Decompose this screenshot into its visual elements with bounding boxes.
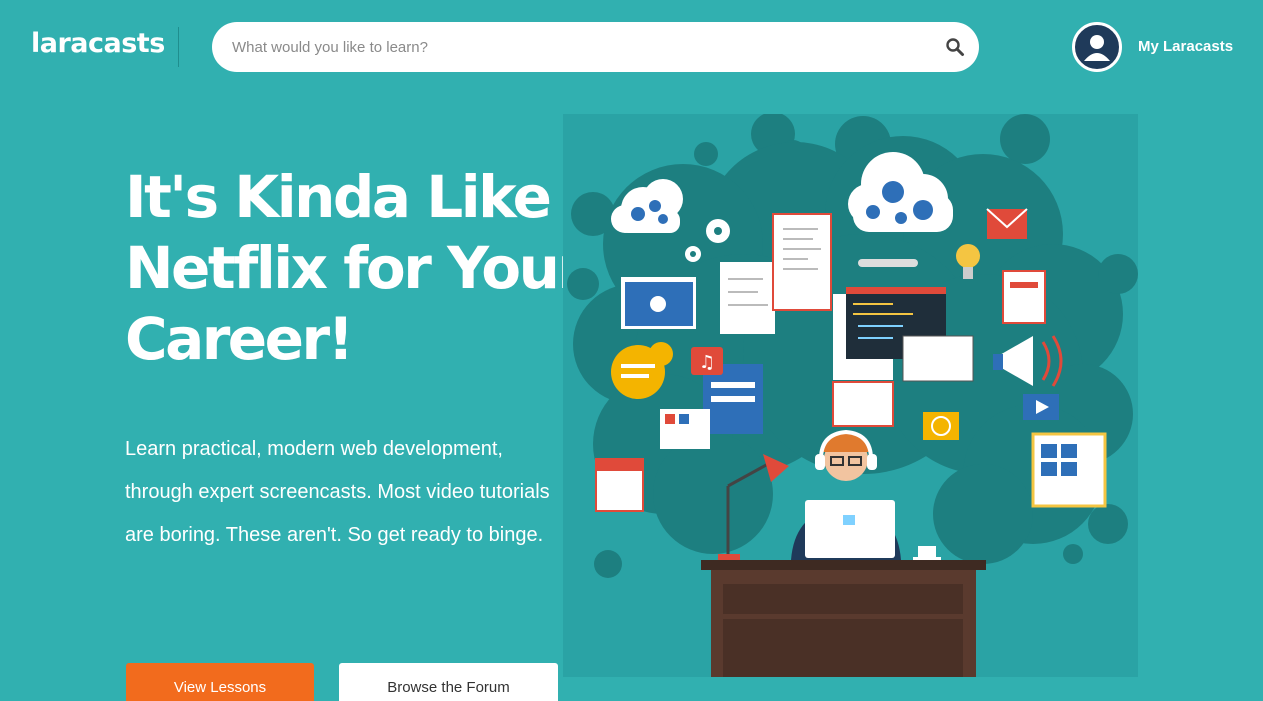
layout-icon: [1031, 432, 1107, 508]
laracasts-logo[interactable]: laracasts: [31, 28, 165, 59]
search-bar[interactable]: [212, 22, 979, 72]
hero-illustration: ♫: [563, 112, 1138, 680]
search-icon[interactable]: [945, 37, 965, 57]
developer-desk: [701, 560, 986, 680]
svg-text:♫: ♫: [699, 352, 715, 373]
search-input[interactable]: [232, 22, 932, 72]
wrench-icon: [858, 259, 918, 267]
music-note-icon: ♫: [691, 347, 723, 375]
play-button-icon: [1023, 394, 1059, 420]
hero-title: It's Kinda Like Netflix for Your Career!: [125, 162, 595, 375]
developer-illustration: ♫: [567, 112, 1138, 680]
view-lessons-button[interactable]: View Lessons: [126, 663, 314, 701]
hero-description: Learn practical, modern web development,…: [125, 438, 550, 546]
email-icon: [986, 208, 1028, 239]
timer-icon: [923, 412, 959, 440]
hero-title-line: Career!: [125, 305, 354, 373]
coffee-cup-icon: [913, 546, 941, 560]
top-navigation: laracasts My Laracasts: [0, 0, 1263, 96]
browse-forum-button[interactable]: Browse the Forum: [339, 663, 558, 701]
laptop-icon: [805, 500, 895, 558]
hero-title-line: It's Kinda Like: [125, 163, 552, 231]
user-avatar-icon[interactable]: [1072, 22, 1122, 72]
document-icon: [1002, 270, 1046, 324]
hero-title-line: Netflix for Your: [125, 234, 586, 302]
logo-divider: [178, 27, 179, 67]
my-laracasts-link[interactable]: My Laracasts: [1138, 38, 1233, 55]
